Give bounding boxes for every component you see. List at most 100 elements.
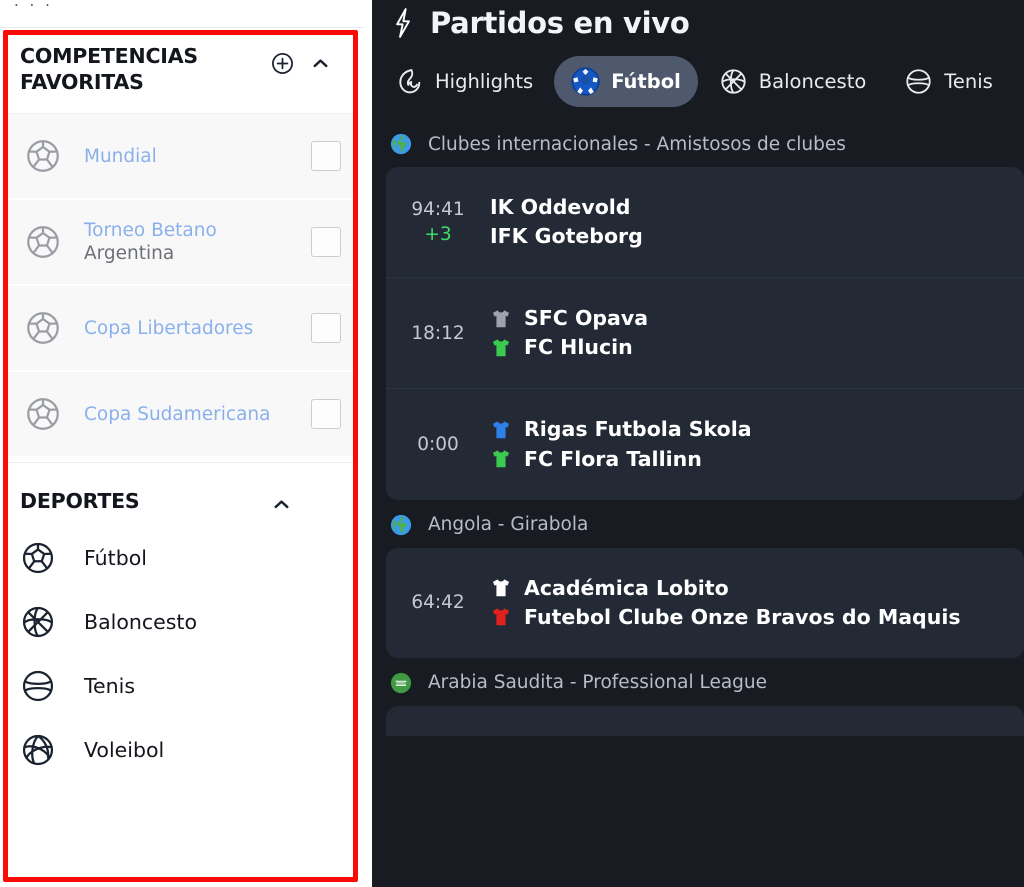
- tab-futbol[interactable]: Fútbol: [554, 56, 698, 107]
- table-row[interactable]: 64:42 Académica Lobito Futebol Clube Onz…: [386, 548, 1024, 658]
- away-team: Futebol Clube Onze Bravos do Maquis: [490, 603, 1014, 632]
- jersey-icon: [490, 606, 512, 628]
- list-item[interactable]: Mundial: [8, 114, 353, 201]
- clock-time: 0:00: [417, 433, 459, 455]
- competition-name[interactable]: Copa Sudamericana: [84, 404, 270, 425]
- favorite-checkbox[interactable]: [311, 399, 341, 430]
- cut-off-top-element: . . .: [14, 0, 53, 10]
- clock-time: 64:42: [411, 592, 465, 613]
- sport-tabs: Highlights Fútbol Baloncesto Tenis: [372, 42, 1024, 119]
- volleyball-icon: [20, 732, 56, 768]
- tab-baloncesto[interactable]: Baloncesto: [702, 56, 884, 107]
- basketball-icon: [20, 604, 56, 640]
- league-header[interactable]: Arabia Saudita - Professional League: [372, 658, 1024, 706]
- team-name: Futebol Clube Onze Bravos do Maquis: [524, 604, 961, 629]
- clock-time: 94:41: [411, 198, 465, 220]
- away-team: FC Flora Tallinn: [490, 445, 1014, 474]
- list-item-text: Copa Libertadores: [84, 317, 301, 341]
- tab-label: Highlights: [435, 70, 534, 93]
- sports-title: DEPORTES: [20, 488, 140, 513]
- page-title: Partidos en vivo: [430, 6, 690, 40]
- sports-header-actions: [270, 485, 293, 516]
- table-row[interactable]: 0:00 Rigas Futbola Skola FC Flora Tallin…: [386, 388, 1024, 499]
- lightning-bolt-icon: [390, 7, 416, 39]
- favorites-title: COMPETENCIAS FAVORITAS: [20, 44, 198, 95]
- match-teams: IK Oddevold IFK Goteborg: [490, 193, 1014, 251]
- league-name: Clubes internacionales - Amistosos de cl…: [428, 133, 846, 155]
- sidebar-content: COMPETENCIAS FAVORITAS Mundial Torneo Be…: [8, 35, 353, 880]
- away-team: IFK Goteborg: [490, 222, 1014, 251]
- tab-highlights[interactable]: Highlights: [378, 56, 550, 107]
- favorites-header-actions: [270, 43, 332, 76]
- clock-added-time: +3: [424, 224, 452, 246]
- home-team: Académica Lobito: [490, 574, 1014, 603]
- sidebar-item-voleibol[interactable]: Voleibol: [8, 718, 353, 783]
- jersey-icon: [490, 337, 512, 359]
- competition-name[interactable]: Mundial: [84, 146, 157, 167]
- list-item-text: Copa Sudamericana: [84, 403, 301, 427]
- clock-time: 18:12: [411, 322, 465, 344]
- sidebar-item-label: Voleibol: [84, 738, 165, 763]
- tennis-ball-icon: [20, 668, 56, 704]
- list-item[interactable]: Torneo Betano Argentina: [8, 200, 353, 287]
- live-betting-page: . . . COMPETENCIAS FAVORITAS Mundial Tor…: [0, 0, 1024, 887]
- team-name: FC Flora Tallinn: [524, 446, 702, 471]
- tennis-ball-icon: [904, 67, 933, 96]
- team-name: IK Oddevold: [490, 195, 631, 219]
- flame-icon: [395, 67, 424, 96]
- sidebar-top-strip: . . .: [0, 0, 364, 28]
- tab-tenis[interactable]: Tenis: [887, 56, 1010, 107]
- basketball-icon: [719, 67, 748, 96]
- favorite-checkbox[interactable]: [311, 141, 341, 172]
- list-item[interactable]: Copa Sudamericana: [8, 372, 353, 459]
- list-item[interactable]: Copa Libertadores: [8, 286, 353, 373]
- sports-list: Fútbol Baloncesto Tenis Voleibol: [8, 526, 353, 783]
- sidebar-item-baloncesto[interactable]: Baloncesto: [8, 590, 353, 655]
- sidebar-item-futbol[interactable]: Fútbol: [8, 526, 353, 591]
- away-team: FC Hlucin: [490, 333, 1014, 362]
- competition-country: Argentina: [84, 243, 175, 265]
- globe-icon: [390, 133, 412, 155]
- match-clock: 64:42: [386, 590, 490, 616]
- match-clock: 18:12: [386, 321, 490, 347]
- sidebar-item-tenis[interactable]: Tenis: [8, 654, 353, 719]
- favorite-checkbox[interactable]: [311, 227, 341, 258]
- league-header[interactable]: Clubes internacionales - Amistosos de cl…: [372, 119, 1024, 167]
- match-card[interactable]: [386, 705, 1024, 736]
- league-name: Angola - Girabola: [428, 514, 589, 536]
- league-header[interactable]: Angola - Girabola: [372, 500, 1024, 548]
- favorite-checkbox[interactable]: [311, 313, 341, 344]
- favorite-competitions-list: Mundial Torneo Betano Argentina Copa Lib…: [8, 113, 353, 459]
- match-card: 94:41 +3 IK Oddevold IFK Goteborg 18:12: [386, 167, 1024, 500]
- soccer-ball-icon: [571, 67, 600, 96]
- match-teams: Académica Lobito Futebol Clube Onze Brav…: [490, 574, 1014, 632]
- left-sidebar: . . . COMPETENCIAS FAVORITAS Mundial Tor…: [0, 0, 364, 887]
- competition-name[interactable]: Copa Libertadores: [84, 318, 253, 339]
- sidebar-item-label: Fútbol: [84, 546, 147, 571]
- table-row[interactable]: 18:12 SFC Opava FC Hlucin: [386, 277, 1024, 388]
- jersey-icon: [490, 308, 512, 330]
- chevron-up-icon[interactable]: [270, 493, 293, 516]
- competition-name[interactable]: Torneo Betano: [84, 220, 217, 241]
- jersey-icon: [490, 448, 512, 470]
- saudi-flag-icon: [390, 672, 412, 694]
- live-panel-header: Partidos en vivo: [372, 0, 1024, 42]
- table-row[interactable]: 94:41 +3 IK Oddevold IFK Goteborg: [386, 167, 1024, 277]
- team-name: Académica Lobito: [524, 575, 729, 600]
- soccer-ball-icon: [20, 540, 56, 576]
- favorites-section-header: COMPETENCIAS FAVORITAS: [8, 35, 353, 99]
- match-teams: SFC Opava FC Hlucin: [490, 304, 1014, 362]
- soccer-ball-icon: [24, 309, 62, 347]
- team-name: SFC Opava: [524, 306, 649, 331]
- chevron-up-icon[interactable]: [309, 52, 332, 75]
- tab-label: Fútbol: [611, 70, 681, 93]
- list-item-text: Torneo Betano Argentina: [84, 219, 301, 266]
- soccer-ball-icon: [24, 223, 62, 261]
- tab-label: Tenis: [944, 70, 993, 93]
- jersey-icon: [490, 577, 512, 599]
- soccer-ball-icon: [24, 137, 62, 175]
- sports-section-header: DEPORTES: [8, 462, 353, 526]
- circle-plus-icon[interactable]: [270, 51, 295, 76]
- jersey-icon: [490, 419, 512, 441]
- tab-label: Baloncesto: [758, 70, 867, 93]
